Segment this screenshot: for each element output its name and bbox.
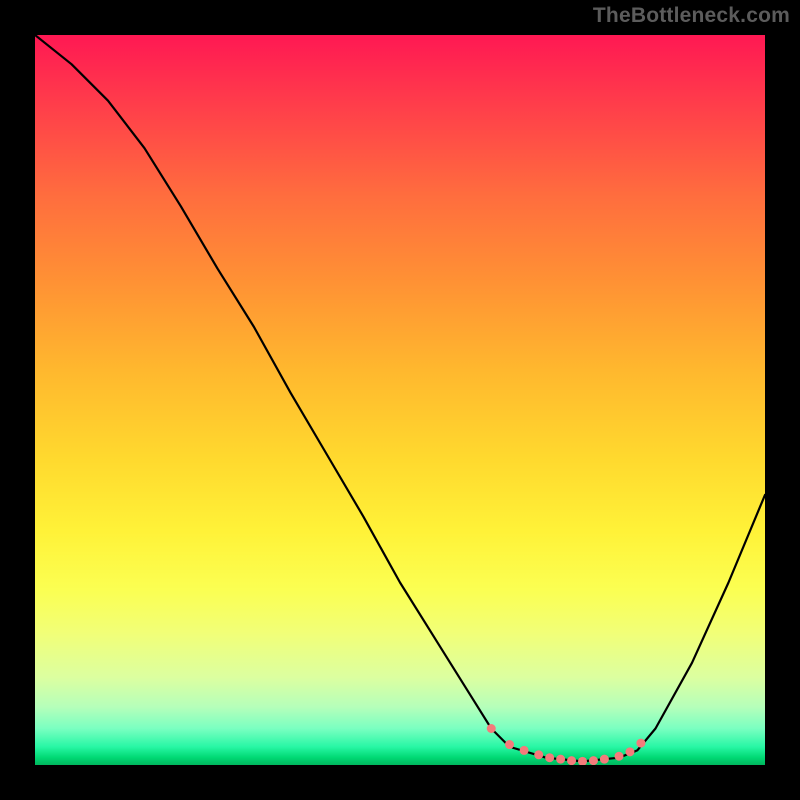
flat-region-marker <box>520 746 529 755</box>
flat-region-marker <box>505 740 514 749</box>
chart-frame: TheBottleneck.com <box>0 0 800 800</box>
flat-region-marker <box>487 724 496 733</box>
flat-region-marker <box>615 752 624 761</box>
flat-region-marker <box>545 753 554 762</box>
flat-region-marker <box>625 747 634 756</box>
plot-area <box>35 35 765 765</box>
flat-region-marker <box>556 755 565 764</box>
flat-region-marker <box>534 750 543 759</box>
flat-region-marker <box>600 755 609 764</box>
bottleneck-curve <box>35 35 765 761</box>
flat-region-marker <box>578 757 587 765</box>
flat-region-marker <box>567 756 576 765</box>
attribution-label: TheBottleneck.com <box>593 4 790 28</box>
flat-region-marker <box>636 739 645 748</box>
flat-region-marker <box>589 756 598 765</box>
chart-svg <box>35 35 765 765</box>
